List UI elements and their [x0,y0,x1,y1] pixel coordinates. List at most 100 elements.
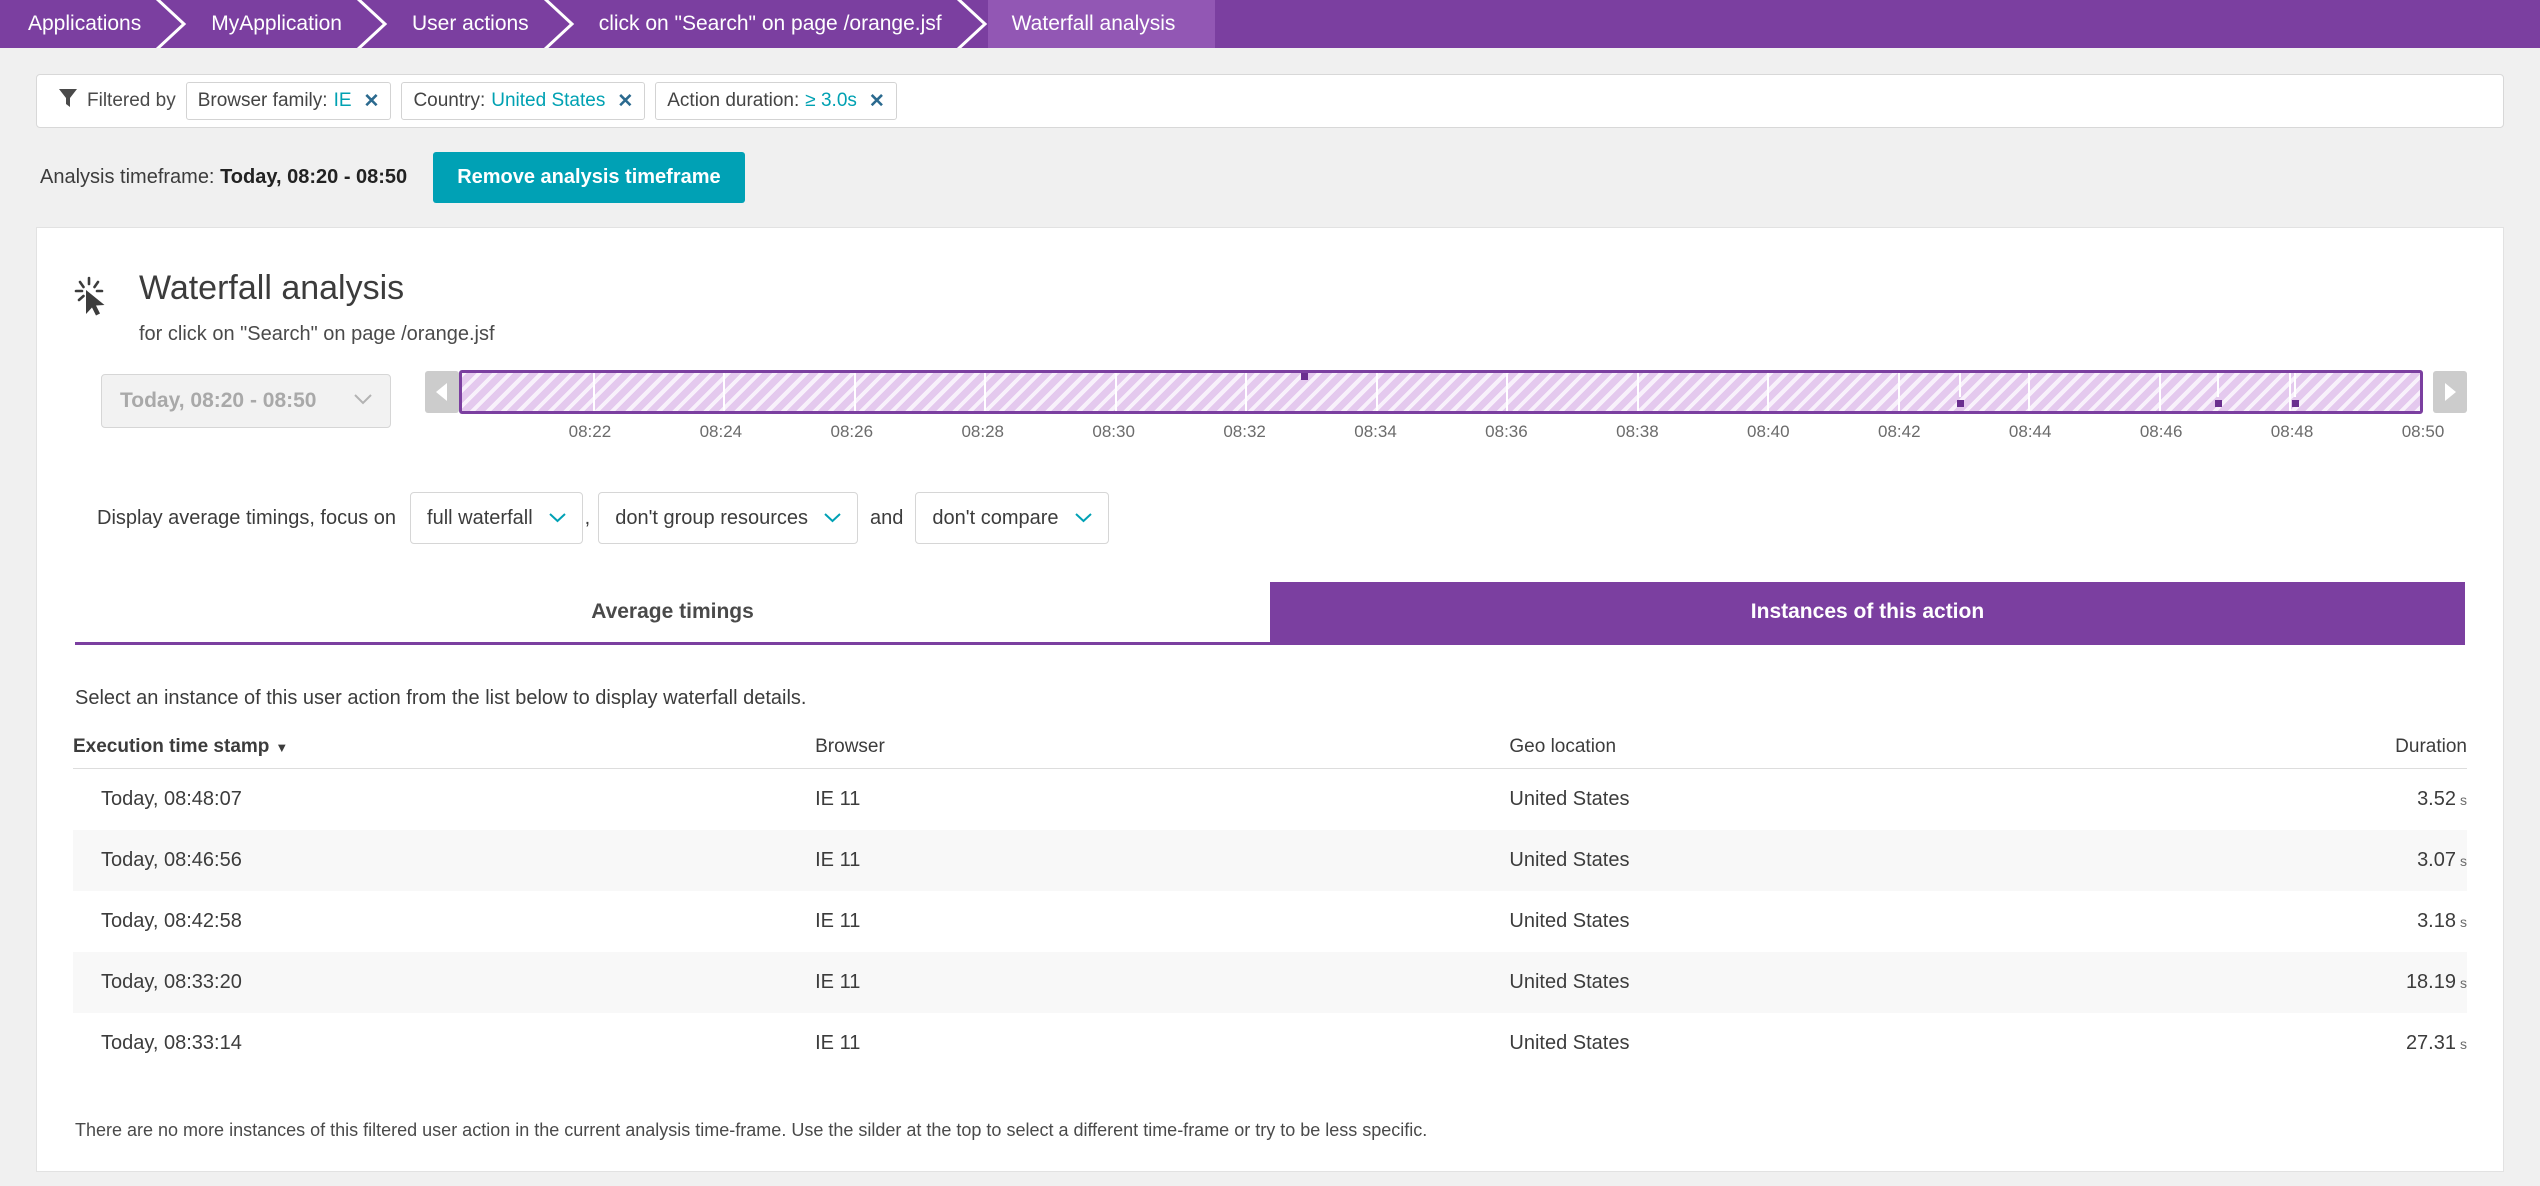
table-row[interactable]: Today, 08:33:14 IE 11 United States 27.31 s [73,1013,2467,1074]
duration-value: 3.07 [2417,849,2456,872]
remove-filter-icon[interactable]: ✕ [364,92,380,111]
duration-unit: s [2460,975,2467,992]
table-row[interactable]: Today, 08:48:07 IE 11 United States 3.52 s [73,769,2467,831]
cell-execution-time-stamp: Today, 08:48:07 [101,788,242,811]
compare-select-value: don't compare [932,506,1059,529]
timeline-tick-label: 08:28 [961,422,1004,442]
column-header-duration[interactable]: Duration [2107,736,2467,770]
timeline-tick-label: 08:44 [2008,422,2052,442]
cell-duration: 18.19 s [2108,952,2467,1013]
filter-chip-country[interactable]: Country: United States ✕ [401,82,646,120]
breadcrumb-label: MyApplication [211,12,342,35]
chevron-down-icon [548,508,566,528]
tab-instances-of-this-action[interactable]: Instances of this action [1270,582,2465,646]
breadcrumb-label: Waterfall analysis [1011,12,1176,35]
breadcrumb-label: User actions [411,12,529,35]
cell-geo-location: United States [1509,971,1630,994]
timeline-marker-stem [1958,373,1961,398]
cell-duration: 27.31 s [2108,1013,2467,1074]
timeline-instance-marker[interactable] [2215,400,2223,408]
compare-select[interactable]: don't compare [915,492,1109,545]
breadcrumb-label: Applications [28,12,142,35]
table-row[interactable]: Today, 08:33:20 IE 11 United States 18.19 s [73,952,2467,1014]
instances-hint: Select an instance of this user action f… [75,687,807,710]
column-header-geo-location[interactable]: Geo location [1509,736,2108,770]
timeline-tick-label: 08:48 [2270,422,2314,442]
analysis-timeframe-row: Analysis timeframe: Today, 08:20 - 08:50… [0,128,2540,203]
duration-value: 27.31 [2405,1032,2456,1055]
grouping-select[interactable]: don't group resources [598,492,859,545]
timeline-instance-marker[interactable] [1956,400,1964,408]
cell-duration: 3.52 s [2108,769,2467,831]
remove-analysis-timeframe-button[interactable]: Remove analysis timeframe [433,152,745,203]
filter-chip-value: United States [491,90,606,111]
filter-chip-action-duration[interactable]: Action duration: ≥ 3.0s ✕ [655,82,897,120]
timeline-tick-label: 08:22 [568,422,612,442]
timeline-segment-divider [1245,373,1248,412]
breadcrumb-item-user-actions[interactable]: User actions [387,0,575,48]
breadcrumb-item-user-action[interactable]: click on "Search" on page /orange.jsf [574,0,989,48]
timeline-instance-marker[interactable] [2291,400,2299,408]
page-subtitle: for click on "Search" on page /orange.js… [139,323,495,346]
timeline-instance-marker[interactable] [1300,373,1308,381]
cell-geo-location: United States [1509,849,1630,872]
column-header-browser[interactable]: Browser [815,736,1510,770]
duration-value: 18.19 [2405,971,2456,994]
focus-select[interactable]: full waterfall [410,492,583,545]
slider-prev-button[interactable] [425,371,459,414]
timeline-tick-label: 08:36 [1485,422,1528,442]
breadcrumb-item-myapplication[interactable]: MyApplication [187,0,388,48]
table-row[interactable]: Today, 08:46:56 IE 11 United States 3.07 s [73,830,2467,892]
timeline-segment-divider [1506,373,1509,412]
filter-chip-value: IE [333,90,352,111]
filter-chip-name: Action duration: [667,90,800,111]
remove-filter-icon[interactable]: ✕ [869,92,885,111]
timeline-tick-label: 08:24 [699,422,743,442]
timeline-segment-divider [853,373,856,412]
cell-browser: IE 11 [815,849,861,872]
tab-bar: Average timings Instances of this action [73,582,2467,646]
cell-browser: IE 11 [815,1032,861,1055]
duration-unit: s [2460,914,2467,931]
breadcrumb: Applications MyApplication User actions … [0,0,2540,48]
chevron-down-icon [354,392,372,410]
breadcrumb-item-applications[interactable]: Applications [0,0,188,48]
remove-filter-icon[interactable]: ✕ [617,92,633,111]
column-header-execution-time-stamp[interactable]: Execution time stamp ▼ [73,736,816,770]
cell-duration: 3.07 s [2108,830,2467,891]
duration-unit: s [2460,853,2467,870]
cell-duration: 3.18 s [2108,891,2467,952]
duration-value: 3.18 [2417,910,2456,933]
duration-value: 3.52 [2417,788,2456,811]
timeframe-select[interactable]: Today, 08:20 - 08:50 [101,374,391,429]
funnel-icon [59,88,77,114]
controls-and-label: and [870,506,904,529]
filtered-by-text: Filtered by [87,90,176,111]
timeline-marker-stem [2217,373,2220,398]
timeline-tick-label: 08:34 [1354,422,1397,442]
analysis-timeframe-value: Today, 08:20 - 08:50 [220,166,408,188]
timeline-segment-divider [723,373,726,412]
timeline-track[interactable] [459,370,2423,415]
cell-geo-location: United States [1509,910,1630,933]
breadcrumb-chevron-icon [955,0,989,48]
timeline-segment-divider [1636,373,1639,412]
cell-browser: IE 11 [815,788,861,811]
click-cursor-icon [73,274,117,318]
slider-next-button[interactable] [2433,371,2467,414]
filtered-by-label: Filtered by [51,88,176,114]
cell-browser: IE 11 [815,971,861,994]
grouping-select-value: don't group resources [615,506,809,529]
tab-average-timings[interactable]: Average timings [75,582,1270,646]
filter-bar: Filtered by Browser family: IE ✕ Country… [36,74,2504,128]
filter-bar-container: Filtered by Browser family: IE ✕ Country… [0,48,2540,128]
filter-chip-browser-family[interactable]: Browser family: IE ✕ [185,82,392,120]
timeline-tick-label: 08:30 [1092,422,1135,442]
chevron-down-icon [1074,508,1092,528]
table-row[interactable]: Today, 08:42:58 IE 11 United States 3.18 s [73,891,2467,952]
instances-table: Execution time stamp ▼ Browser Geo locati… [73,736,2467,1074]
display-controls: Display average timings, focus on full w… [73,492,2467,545]
cell-execution-time-stamp: Today, 08:33:14 [101,1032,242,1055]
breadcrumb-item-waterfall-analysis: Waterfall analysis [987,0,1216,48]
sort-descending-icon: ▼ [275,740,289,756]
